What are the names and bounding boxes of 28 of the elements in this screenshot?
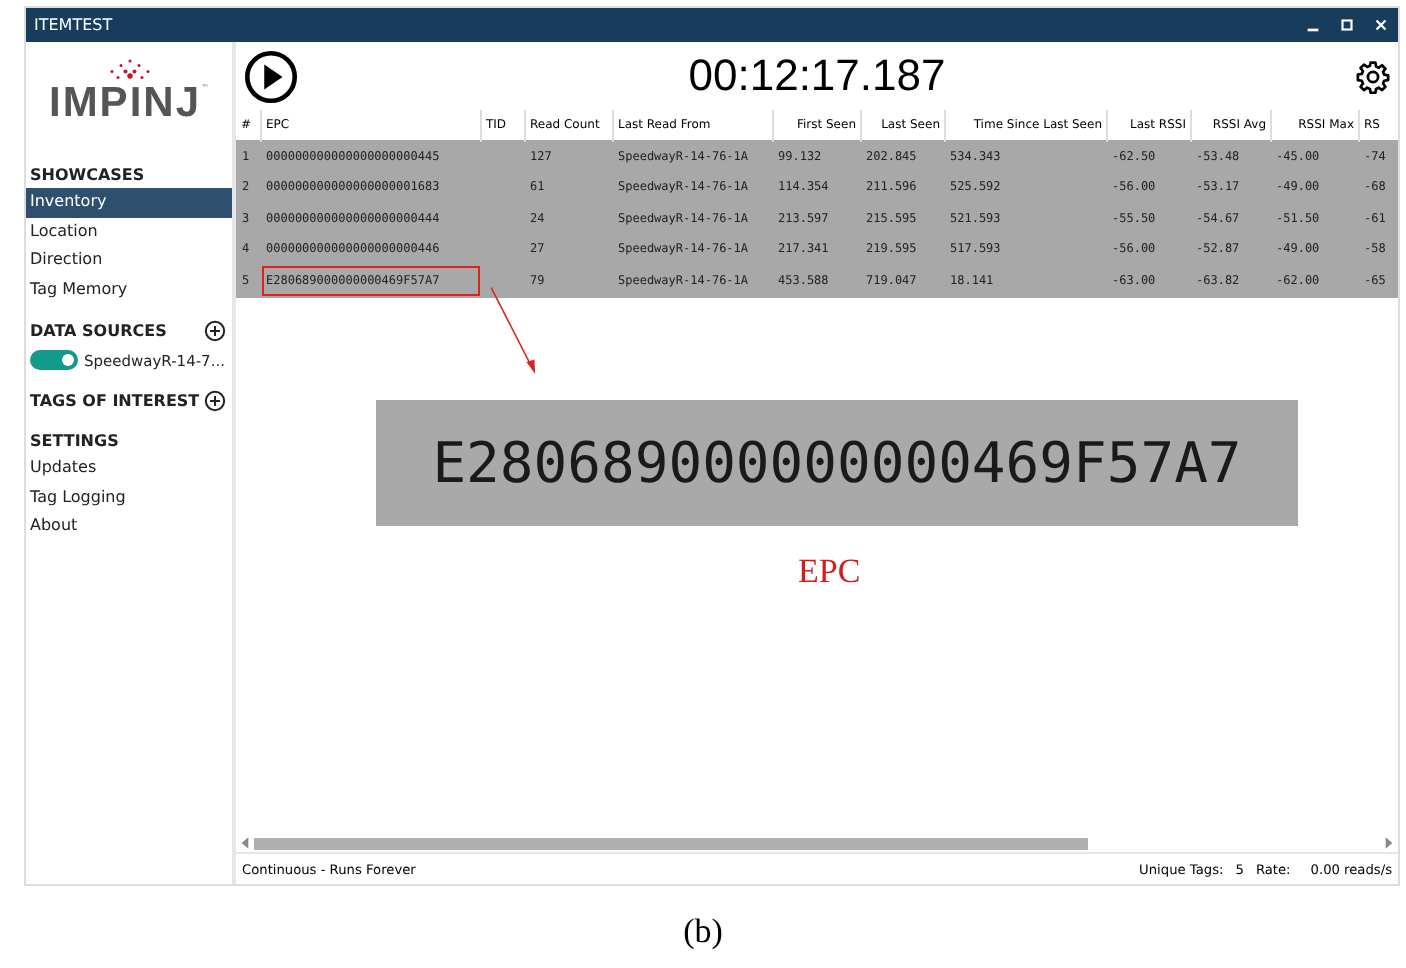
section-title: TAGS OF INTEREST	[30, 392, 200, 410]
leader-line	[490, 286, 536, 374]
settings-icon[interactable]	[1356, 59, 1390, 93]
section-title: SETTINGS	[30, 432, 119, 450]
scroll-left-icon[interactable]	[240, 836, 250, 850]
maximize-icon[interactable]	[1338, 16, 1356, 34]
play-button[interactable]	[244, 49, 298, 103]
sidebar-item[interactable]: Tag Logging	[26, 483, 232, 512]
horizontal-scrollbar[interactable]	[236, 834, 1398, 852]
toggle-switch[interactable]	[30, 350, 78, 370]
annotation-label: EPC	[798, 552, 861, 592]
window-title: ITEMTEST	[34, 16, 113, 34]
figure-caption: (b)	[683, 912, 723, 952]
sidebar-item[interactable]: Inventory	[26, 188, 232, 217]
logo-text: IMPINJ	[48, 82, 201, 126]
sidebar-item[interactable]: Tag Memory	[26, 275, 232, 304]
add-icon[interactable]	[204, 390, 226, 412]
sidebar-item[interactable]: About	[26, 512, 232, 541]
elapsed-timer: 00:12:17.187	[688, 50, 946, 102]
sidebar-item[interactable]: Updates	[26, 454, 232, 483]
close-icon[interactable]	[1372, 16, 1390, 34]
scroll-right-icon[interactable]	[1384, 836, 1394, 850]
zoomed-epc-text: E280689000000000469F57A7	[432, 430, 1242, 496]
sidebar-item[interactable]: Location	[26, 217, 232, 246]
add-icon[interactable]	[204, 320, 226, 342]
section-title: DATA SOURCES	[30, 322, 167, 340]
sidebar-item[interactable]: Direction	[26, 246, 232, 275]
section-title: SHOWCASES	[30, 166, 145, 184]
